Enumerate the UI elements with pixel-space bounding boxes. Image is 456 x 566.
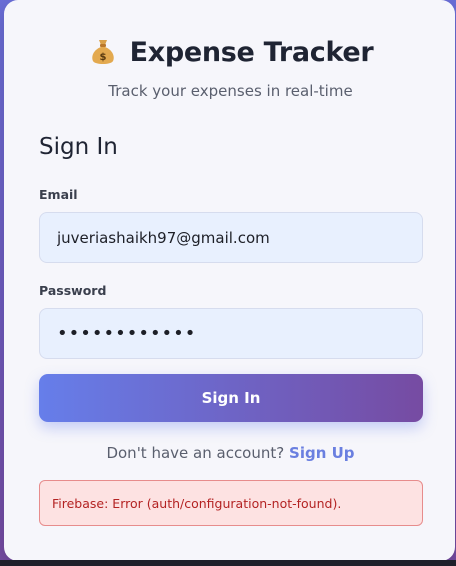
sign-in-button[interactable]: Sign In [39, 374, 423, 422]
form-heading: Sign In [39, 134, 118, 160]
app-title: Expense Tracker [129, 36, 374, 68]
header: $ Expense Tracker Track your expenses in… [39, 0, 422, 100]
signup-prompt-text: Don't have an account? [106, 444, 285, 462]
app-subtitle: Track your expenses in real-time [108, 82, 353, 100]
password-field[interactable] [39, 308, 423, 359]
title-row: $ Expense Tracker [39, 32, 422, 72]
signup-prompt-row: Don't have an account? Sign Up [39, 444, 422, 462]
login-card: $ Expense Tracker Track your expenses in… [4, 0, 455, 561]
error-message-box: Firebase: Error (auth/configuration-not-… [39, 480, 423, 526]
taskbar-strip [0, 560, 456, 566]
svg-text:$: $ [99, 52, 106, 63]
password-label: Password [39, 283, 107, 298]
email-label: Email [39, 187, 78, 202]
email-field[interactable] [39, 212, 423, 263]
error-message-text: Firebase: Error (auth/configuration-not-… [52, 495, 342, 511]
money-bag-icon: $ [88, 37, 118, 67]
sign-up-link[interactable]: Sign Up [289, 444, 355, 462]
